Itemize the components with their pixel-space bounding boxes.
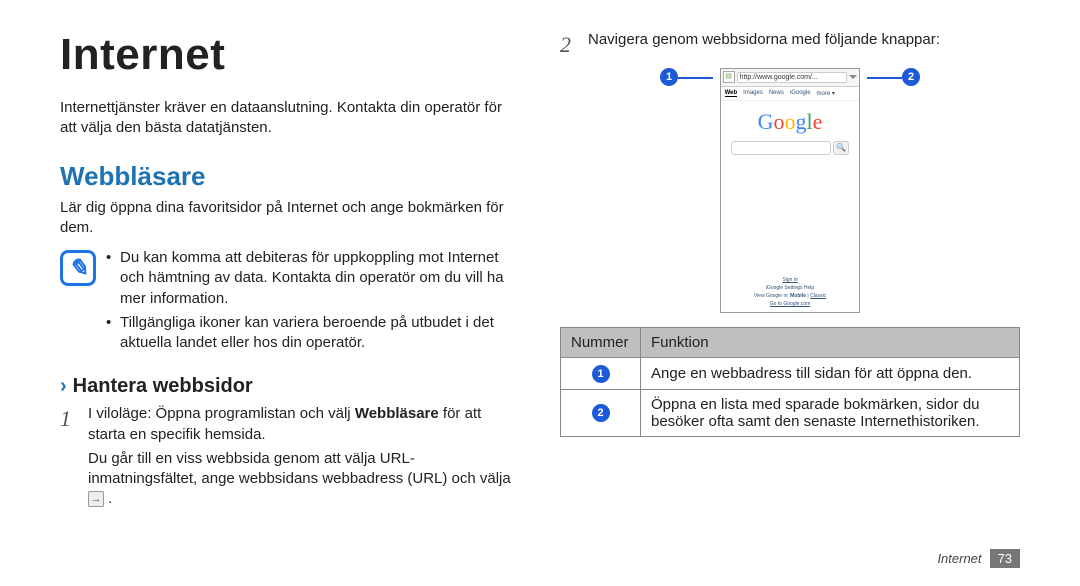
table-header-funktion: Funktion — [641, 327, 1020, 357]
function-table: Nummer Funktion 1 Ange en webbadress til… — [560, 327, 1020, 437]
chevron-icon: › — [60, 375, 67, 398]
bookmark-dropdown-icon — [849, 75, 857, 79]
row-num-1: 1 — [592, 365, 610, 383]
phone-body: Google 🔍 — [721, 101, 860, 155]
phone-search-input — [731, 141, 831, 155]
note-icon: ✎ — [60, 250, 96, 286]
left-column: Internet Internettjänster kräver en data… — [60, 30, 520, 516]
phone-mockup-wrap: 1 ▤ http://www.google.com/... Web Images… — [660, 68, 920, 313]
table-header-row: Nummer Funktion — [561, 327, 1020, 357]
phone-tab-news: News — [769, 90, 784, 96]
callout-1-line — [678, 77, 713, 79]
row-desc-2: Öppna en lista med sparade bokmärken, si… — [641, 389, 1020, 436]
step-1-para2: Du går till en viss webbsida genom att v… — [88, 449, 520, 510]
note-bullet-1: Du kan komma att debiteras för uppkoppli… — [106, 248, 520, 309]
step-1-body: I viloläge: Öppna programlistan och välj… — [88, 404, 520, 509]
phone-tab-web: Web — [725, 90, 738, 97]
phone-viewline-bold: Mobile — [790, 293, 806, 299]
phone-footer-links: iGoogle Settings Help — [721, 284, 860, 292]
callout-2-wrap: 2 — [868, 68, 920, 86]
table-row: 1 Ange en webbadress till sidan för att … — [561, 357, 1020, 389]
section-description: Lär dig öppna dina favoritsidor på Inter… — [60, 198, 520, 239]
page-content: Internet Internettjänster kräver en data… — [0, 0, 1080, 526]
go-icon: → — [88, 491, 104, 507]
phone-viewline-pre: View Google in: — [754, 293, 790, 299]
note-bullet-2: Tillgängliga ikoner kan variera beroende… — [106, 313, 520, 354]
page-footer-label: Internet — [937, 551, 981, 566]
step-1-pre: I viloläge: Öppna programlistan och välj — [88, 405, 355, 422]
callout-2-line — [867, 77, 902, 79]
phone-search-button-icon: 🔍 — [833, 141, 849, 155]
step-1: 1 I viloläge: Öppna programlistan och vä… — [60, 404, 520, 509]
page-title: Internet — [60, 30, 520, 80]
phone-signin: Sign in — [782, 277, 797, 283]
row-desc-1: Ange en webbadress till sidan för att öp… — [641, 357, 1020, 389]
callout-1-wrap: 1 — [660, 68, 712, 86]
page-number: 73 — [990, 549, 1020, 568]
phone-footer: Sign in iGoogle Settings Help View Googl… — [721, 276, 860, 308]
phone-viewline-classic: Classic — [810, 293, 826, 299]
step-2-number: 2 — [560, 30, 578, 60]
step-2: 2 Navigera genom webbsidorna med följand… — [560, 30, 1020, 60]
callout-1: 1 — [660, 68, 678, 86]
note-block: ✎ Du kan komma att debiteras för uppkopp… — [60, 248, 520, 357]
callout-2: 2 — [902, 68, 920, 86]
phone-tab-images: Images — [743, 90, 763, 96]
phone-tab-row: Web Images News iGoogle more ▾ — [721, 87, 860, 101]
note-icon-glyph: ✎ — [68, 254, 88, 283]
google-logo: Google — [721, 109, 860, 135]
phone-search-row: 🔍 — [721, 141, 860, 155]
step-1-para2-text: Du går till en viss webbsida genom att v… — [88, 450, 511, 487]
phone-mockup: ▤ http://www.google.com/... Web Images N… — [720, 68, 861, 313]
phone-viewline: View Google in: Mobile | Classic — [721, 292, 860, 300]
intro-paragraph: Internettjänster kräver en dataanslutnin… — [60, 98, 520, 139]
section-heading-webblasare: Webbläsare — [60, 161, 520, 192]
phone-url-bar: ▤ http://www.google.com/... — [721, 69, 860, 87]
sub-heading: Hantera webbsidor — [73, 375, 253, 398]
phone-tab-more: more ▾ — [817, 90, 835, 97]
sub-heading-row: › Hantera webbsidor — [60, 375, 520, 398]
page-footer: Internet 73 — [937, 549, 1020, 568]
step-1-bold: Webbläsare — [355, 405, 439, 422]
table-row: 2 Öppna en lista med sparade bokmärken, … — [561, 389, 1020, 436]
step-1-number: 1 — [60, 404, 78, 509]
phone-tab-igoogle: iGoogle — [790, 90, 811, 96]
bookmark-tab-icon: ▤ — [723, 71, 735, 83]
note-bullets: Du kan komma att debiteras för uppkoppli… — [106, 248, 520, 357]
step-2-text: Navigera genom webbsidorna med följande … — [588, 30, 1020, 60]
right-column: 2 Navigera genom webbsidorna med följand… — [560, 30, 1020, 516]
phone-gocom: Go to Google.com — [770, 301, 811, 307]
table-header-nummer: Nummer — [561, 327, 641, 357]
row-num-2: 2 — [592, 404, 610, 422]
phone-url-text: http://www.google.com/... — [737, 72, 848, 83]
